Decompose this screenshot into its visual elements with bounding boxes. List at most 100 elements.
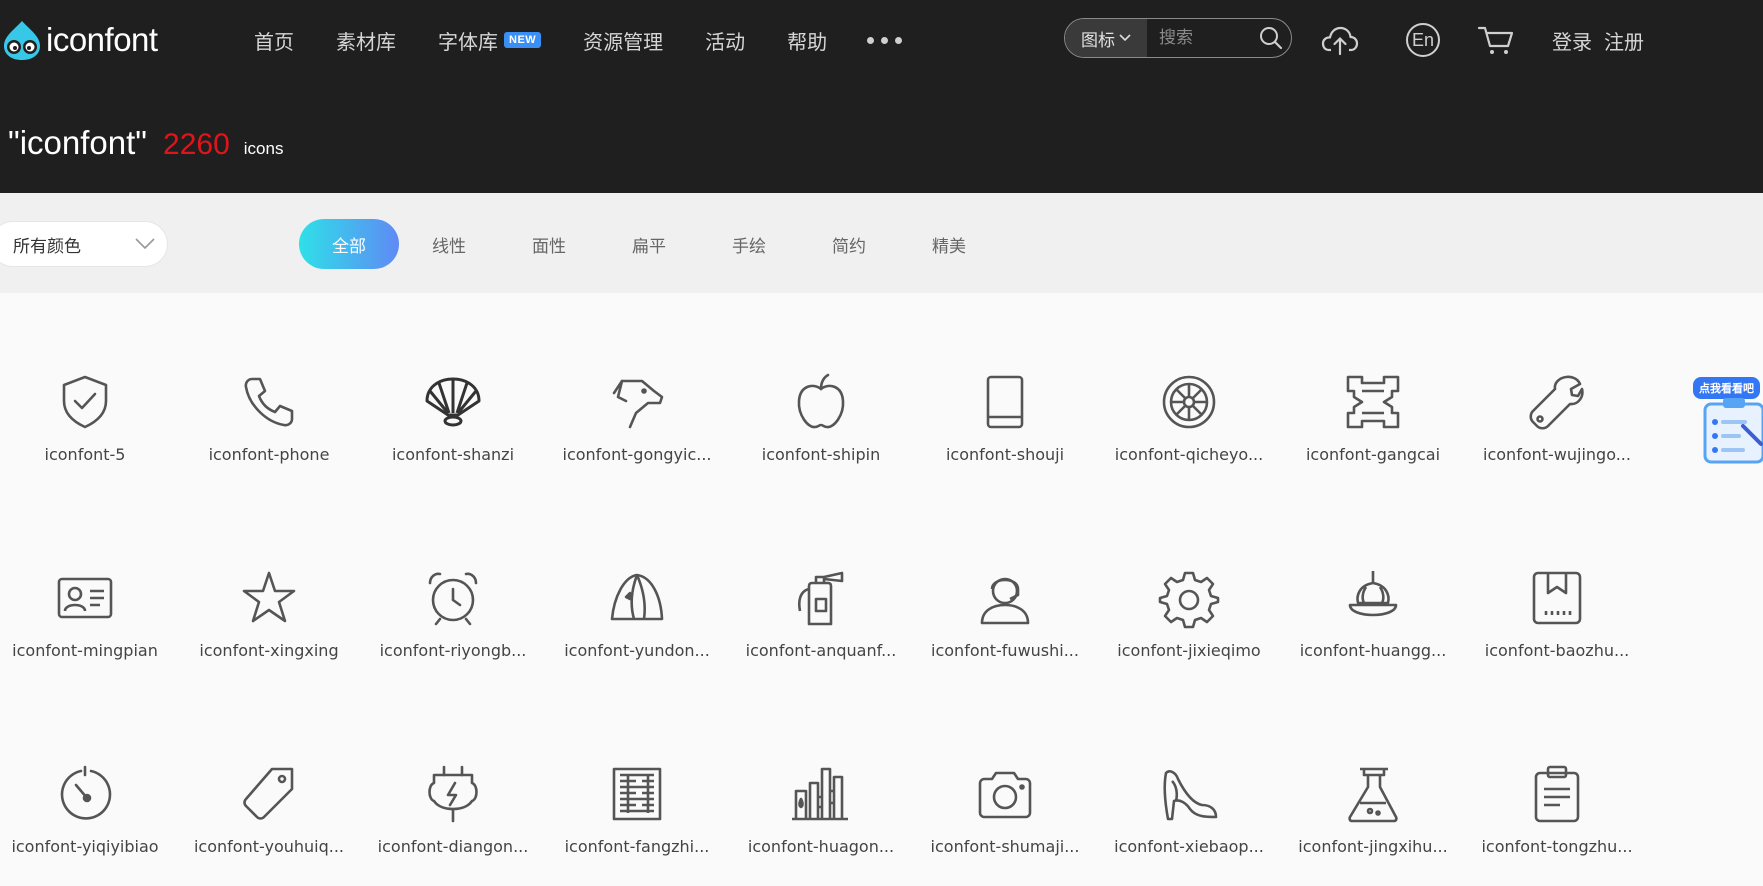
auth-links: 登录 注册	[1552, 26, 1644, 55]
nav-item-home[interactable]: 首页	[254, 24, 294, 56]
language-button[interactable]: En	[1403, 20, 1443, 60]
result-title: "iconfont" 2260 icons	[8, 124, 283, 162]
gear-icon	[1158, 571, 1220, 629]
cart-button[interactable]	[1476, 20, 1516, 60]
icon-label: iconfont-youhuiq...	[193, 837, 345, 856]
chevron-down-icon	[1119, 34, 1131, 42]
tag-icon	[243, 767, 294, 820]
nav-item-materials[interactable]: 素材库	[336, 24, 396, 56]
nav-item-resources[interactable]: 资源管理	[583, 24, 663, 56]
dog-icon	[612, 379, 664, 429]
site-logo[interactable]: iconfont	[0, 18, 158, 62]
icon-card[interactable]: iconfont-huagon...	[729, 685, 913, 881]
icon-card[interactable]: iconfont-riyongb...	[361, 489, 545, 685]
icon-card[interactable]: iconfont-tongzhu...	[1465, 685, 1649, 881]
icon-label: iconfont-shipin	[761, 445, 881, 464]
icon-label: iconfont-anquanf...	[745, 641, 897, 660]
icon-label: iconfont-wujingo...	[1483, 445, 1631, 464]
icon-card[interactable]: iconfont-shipin	[729, 293, 913, 489]
icon-card[interactable]: iconfont-anquanf...	[729, 489, 913, 685]
icon-card[interactable]: iconfont-gongyic...	[545, 293, 729, 489]
icon-label: iconfont-qicheyo...	[1114, 445, 1264, 464]
icon-card[interactable]: iconfont-phone	[177, 293, 361, 489]
icon-card[interactable]: iconfont-huangg...	[1281, 489, 1465, 685]
icon-card[interactable]: iconfont-xingxing	[177, 489, 361, 685]
icon-label: iconfont-xingxing	[199, 641, 339, 660]
icon-label: iconfont-gongyic...	[562, 445, 712, 464]
wrench-icon	[1529, 375, 1584, 430]
icon-card[interactable]: iconfont-yundon...	[545, 489, 729, 685]
alarm-clock-icon	[428, 572, 478, 626]
icon-label: iconfont-yundon...	[564, 641, 710, 660]
icon-label: iconfont-shanzi	[391, 445, 515, 464]
nav-label: 首页	[254, 29, 294, 54]
tab-linear[interactable]: 线性	[399, 219, 499, 269]
icon-card[interactable]: iconfont-yiqiyibiao	[0, 685, 177, 881]
top-header: iconfont 首页 素材库 字体库NEW 资源管理 活动 帮助 图标 En …	[0, 0, 1763, 193]
factory-icon	[792, 767, 848, 821]
icon-label: iconfont-diangon...	[377, 837, 529, 856]
icon-card[interactable]: iconfont-5	[0, 293, 177, 489]
search-button[interactable]	[1251, 19, 1291, 57]
tent-icon	[610, 573, 664, 621]
icon-card[interactable]: iconfont-youhuiq...	[177, 685, 361, 881]
search-box: 图标	[1064, 18, 1292, 58]
icon-card[interactable]: iconfont-shouji	[913, 293, 1097, 489]
icon-card[interactable]: iconfont-diangon...	[361, 685, 545, 881]
nav-label: 字体库	[438, 29, 498, 54]
icon-card[interactable]: iconfont-wujingo...	[1465, 293, 1649, 489]
steel-icon	[1346, 375, 1400, 429]
help-float-widget[interactable]: 点我看看吧	[1693, 374, 1763, 474]
wheel-icon	[1162, 375, 1216, 429]
icon-card[interactable]: iconfont-gangcai	[1281, 293, 1465, 489]
tab-filled[interactable]: 面性	[499, 219, 599, 269]
icon-card[interactable]: iconfont-qicheyo...	[1097, 293, 1281, 489]
icon-card[interactable]: iconfont-shumaji...	[913, 685, 1097, 881]
logo-text: iconfont	[46, 21, 158, 58]
result-unit: icons	[243, 139, 284, 158]
tab-all[interactable]: 全部	[299, 219, 399, 269]
icon-label: iconfont-huangg...	[1299, 641, 1447, 660]
search-query: "iconfont"	[8, 124, 148, 161]
fan-icon	[425, 377, 481, 427]
icon-card[interactable]: iconfont-fuwushi...	[913, 489, 1097, 685]
nav-item-help[interactable]: 帮助	[787, 24, 827, 56]
tab-exquisite[interactable]: 精美	[899, 219, 999, 269]
icon-label: iconfont-huagon...	[747, 837, 895, 856]
icon-card[interactable]: iconfont-jixieqimo	[1097, 489, 1281, 685]
nav-label: 帮助	[787, 29, 828, 54]
icon-card[interactable]: iconfont-fangzhi...	[545, 685, 729, 881]
style-tabs: 全部 线性 面性 扁平 手绘 简约 精美	[299, 219, 999, 269]
apple-icon	[797, 373, 845, 429]
nav-label: 素材库	[336, 29, 396, 54]
nav-item-fonts[interactable]: 字体库 NEW	[438, 24, 542, 56]
icon-card[interactable]: iconfont-baozhu...	[1465, 489, 1649, 685]
search-input[interactable]	[1147, 19, 1251, 57]
high-heel-icon	[1163, 770, 1218, 821]
tab-handdrawn[interactable]: 手绘	[699, 219, 799, 269]
login-link[interactable]: 登录	[1552, 26, 1592, 55]
clipboard-icon	[1534, 765, 1580, 823]
tab-simple[interactable]: 简约	[799, 219, 899, 269]
more-menu-icon[interactable]	[867, 24, 903, 56]
gauge-icon	[60, 765, 112, 820]
nav-item-events[interactable]: 活动	[705, 24, 745, 56]
nav-label: 活动	[705, 29, 746, 54]
checklist-icon	[1703, 398, 1763, 464]
icon-card[interactable]: iconfont-shanzi	[361, 293, 545, 489]
phone-icon	[244, 377, 294, 427]
icon-card[interactable]: iconfont-jingxihu...	[1281, 685, 1465, 881]
logo-icon	[4, 21, 40, 60]
icon-card[interactable]: iconfont-mingpian	[0, 489, 177, 685]
icon-label: iconfont-gangcai	[1305, 445, 1441, 464]
color-filter-label: 所有颜色	[13, 236, 81, 257]
icon-label: iconfont-shouji	[945, 445, 1065, 464]
register-link[interactable]: 注册	[1604, 26, 1644, 55]
color-filter-select[interactable]: 所有颜色	[0, 221, 168, 267]
upload-button[interactable]	[1320, 20, 1360, 60]
icon-card[interactable]: iconfont-xiebaop...	[1097, 685, 1281, 881]
new-badge: NEW	[504, 32, 542, 48]
search-type-select[interactable]: 图标	[1065, 19, 1147, 57]
tab-flat[interactable]: 扁平	[599, 219, 699, 269]
icon-label: iconfont-jingxihu...	[1298, 837, 1448, 856]
